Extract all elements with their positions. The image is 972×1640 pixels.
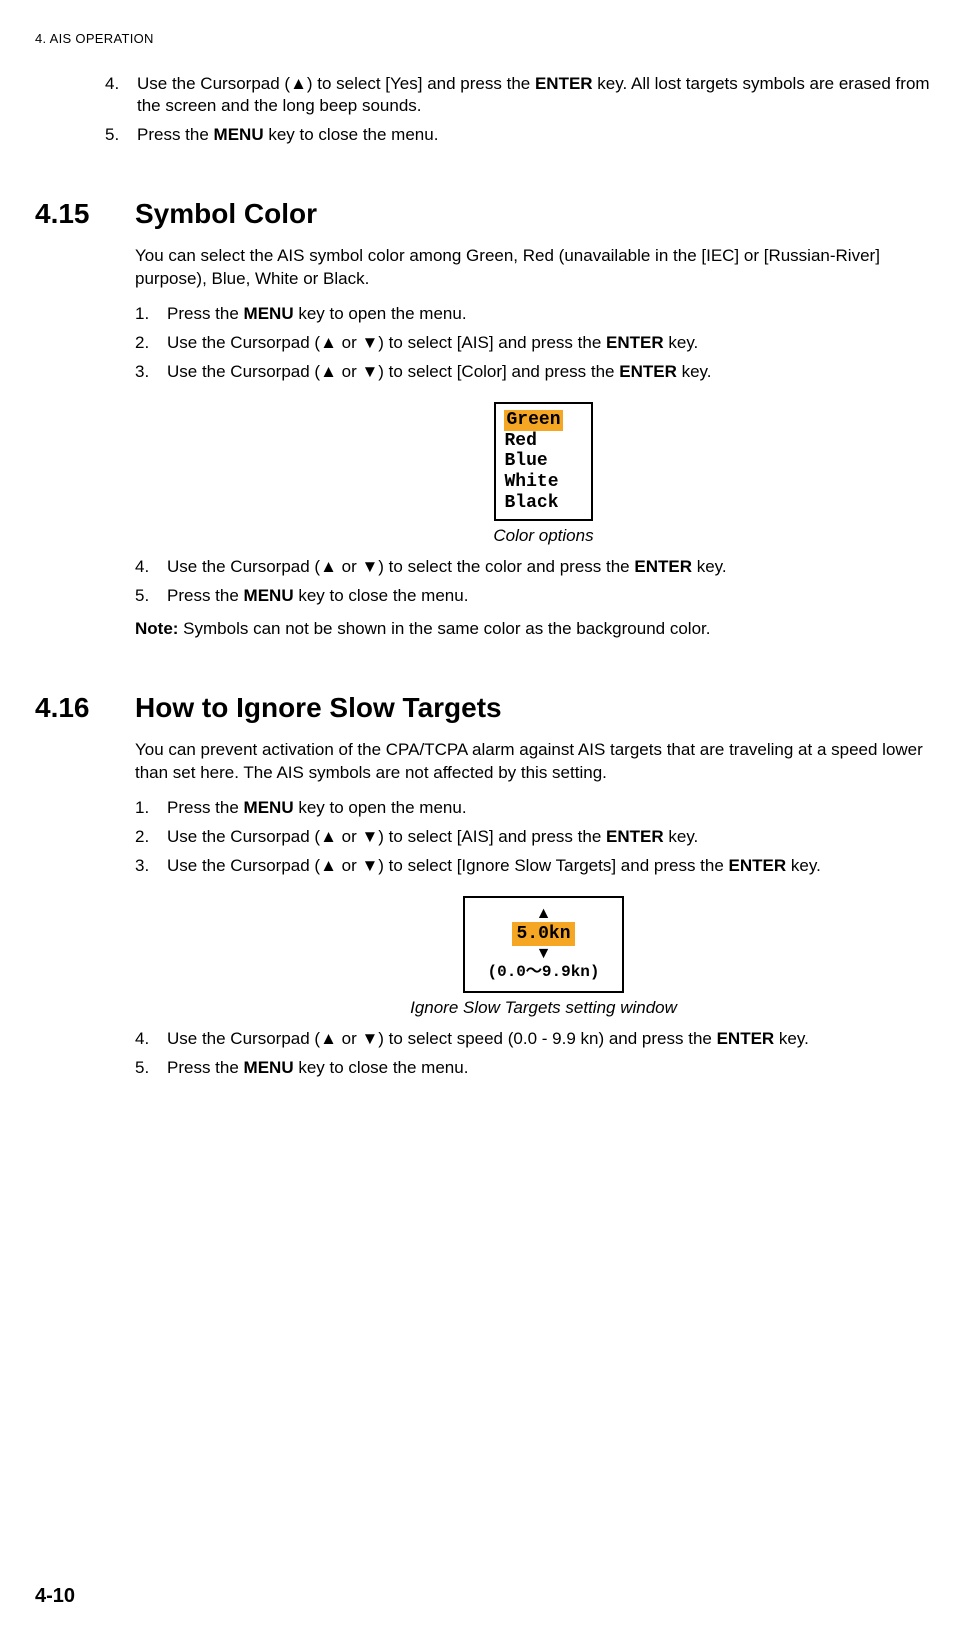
ignore-slow-figure: ▲ 5.0kn ▼ (0.0～9.9kn) [135,896,952,994]
step-3: 3. Use the Cursorpad (▲ or ▼) to select … [135,361,952,384]
section-intro: You can prevent activation of the CPA/TC… [135,739,952,785]
step-number: 2. [135,332,167,355]
step-text: Use the Cursorpad (▲ or ▼) to select [AI… [167,332,952,355]
step-text: Use the Cursorpad (▲ or ▼) to select spe… [167,1028,952,1051]
step-text: Use the Cursorpad (▲ or ▼) to select [Co… [167,361,952,384]
step-text: Press the MENU key to close the menu. [137,124,952,147]
step-number: 5. [105,124,137,147]
step-text: Use the Cursorpad (▲ or ▼) to select the… [167,556,952,579]
step-5: 5. Press the MENU key to close the menu. [135,585,952,608]
step-text: Press the MENU key to open the menu. [167,303,952,326]
page-header: 4. AIS OPERATION [35,30,952,48]
step-number: 4. [135,556,167,579]
triangle-up-icon: ▲ [487,906,599,922]
step-text: Use the Cursorpad (▲) to select [Yes] an… [137,73,952,119]
top-steps: 4. Use the Cursorpad (▲) to select [Yes]… [105,73,952,148]
step-5: 5. Press the MENU key to close the menu. [135,1057,952,1080]
step-3: 3. Use the Cursorpad (▲ or ▼) to select … [135,855,952,878]
color-options-box: Green Red Blue White Black [494,402,592,521]
section-number: 4.15 [35,195,135,641]
section-4-15: 4.15 Symbol Color You can select the AIS… [35,195,952,641]
step-number: 3. [135,361,167,384]
step-2: 2. Use the Cursorpad (▲ or ▼) to select … [135,332,952,355]
step-5: 5. Press the MENU key to close the menu. [105,124,952,147]
step-number: 1. [135,303,167,326]
step-text: Use the Cursorpad (▲ or ▼) to select [Ig… [167,855,952,878]
figure-caption: Color options [135,525,952,548]
step-text: Press the MENU key to close the menu. [167,1057,952,1080]
step-2: 2. Use the Cursorpad (▲ or ▼) to select … [135,826,952,849]
step-4: 4. Use the Cursorpad (▲) to select [Yes]… [105,73,952,119]
section-title: Symbol Color [135,195,952,233]
speed-box: ▲ 5.0kn ▼ (0.0～9.9kn) [463,896,623,994]
speed-value: 5.0kn [512,922,574,946]
color-blue: Blue [504,451,562,472]
step-text: Press the MENU key to close the menu. [167,585,952,608]
section-intro: You can select the AIS symbol color amon… [135,245,952,291]
step-1: 1. Press the MENU key to open the menu. [135,303,952,326]
step-text: Use the Cursorpad (▲ or ▼) to select [AI… [167,826,952,849]
step-text: Press the MENU key to open the menu. [167,797,952,820]
color-red: Red [504,431,562,452]
note: Note: Symbols can not be shown in the sa… [135,618,952,641]
step-number: 3. [135,855,167,878]
step-number: 4. [105,73,137,119]
section-number: 4.16 [35,689,135,1086]
speed-range: (0.0～9.9kn) [487,962,599,984]
section-4-16: 4.16 How to Ignore Slow Targets You can … [35,689,952,1086]
step-number: 4. [135,1028,167,1051]
step-number: 5. [135,585,167,608]
step-number: 5. [135,1057,167,1080]
step-4: 4. Use the Cursorpad (▲ or ▼) to select … [135,1028,952,1051]
color-black: Black [504,493,562,514]
color-options-figure: Green Red Blue White Black [135,402,952,521]
step-number: 1. [135,797,167,820]
page-number: 4-10 [35,1583,75,1610]
section-title: How to Ignore Slow Targets [135,689,952,727]
figure-caption: Ignore Slow Targets setting window [135,997,952,1020]
step-1: 1. Press the MENU key to open the menu. [135,797,952,820]
color-green: Green [504,410,562,431]
step-4: 4. Use the Cursorpad (▲ or ▼) to select … [135,556,952,579]
step-number: 2. [135,826,167,849]
color-white: White [504,472,562,493]
triangle-down-icon: ▼ [487,946,599,962]
